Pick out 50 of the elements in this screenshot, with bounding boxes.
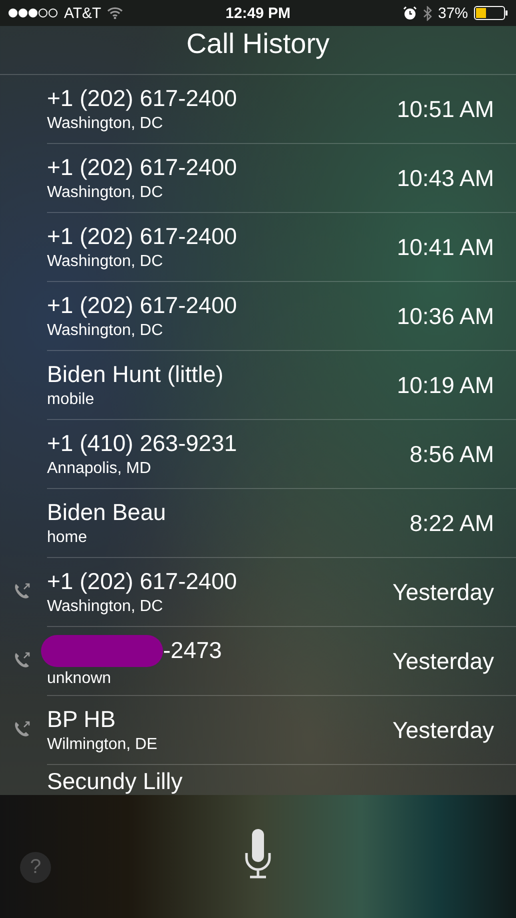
caller-name: +1 (202) 617-2400 [47,292,237,319]
battery-icon [474,6,508,20]
bluetooth-icon [422,6,432,20]
call-time: 10:19 AM [396,372,494,398]
clock-time: 12:49 PM [225,4,291,22]
call-row[interactable]: +1 (202) 617-2400 Washington, DC 10:43 AM [47,144,516,213]
caller-detail: Washington, DC [47,322,164,340]
call-time: Yesterday [392,578,494,606]
caller-name: Biden Beau [47,499,166,526]
caller-detail: Wilmington, DE [47,736,158,754]
call-time: 10:41 AM [396,234,494,260]
caller-detail: Annapolis, MD [47,460,152,478]
call-row[interactable]: Biden Hunt (little) mobile 10:19 AM [47,351,516,420]
battery-percent: 37% [438,4,468,22]
call-time: 10:51 AM [396,96,494,122]
call-row[interactable]: +1 (202) 617-2400 Washington, DC 10:36 AM [47,282,516,351]
call-row[interactable]: +1 (410) 263-9231 Annapolis, MD 8:56 AM [47,420,516,489]
screen-title: Call History [186,28,330,60]
call-time: 8:56 AM [410,440,494,468]
wifi-icon [107,7,124,19]
caller-detail: unknown [47,670,112,688]
call-time: Yesterday [392,716,494,744]
call-time: Yesterday [392,648,494,674]
caller-name: +1 (202) 617-2400 [47,154,237,181]
call-time: 10:36 AM [396,302,494,330]
call-row[interactable]: +1 (202) 617-2400 Washington, DC Yesterday [47,558,516,627]
alarm-icon [402,6,417,20]
signal-icon [8,8,58,18]
call-time: 10:43 AM [396,164,494,192]
caller-detail: Washington, DC [47,598,164,616]
caller-name: +1 (410) 263-9231 [47,430,237,457]
carrier-name: AT&T [64,4,102,22]
caller-name: +1 (202) 617-2400 [47,85,237,112]
caller-name: BP HB [47,706,116,733]
call-time: 8:22 AM [410,510,494,536]
call-row[interactable]: +1 (202) 617-2400 Washington, DC 10:51 AM [47,75,516,144]
caller-name: Secundy Lilly [47,768,183,795]
caller-detail: Washington, DC [47,184,164,202]
caller-detail: home [47,529,88,547]
caller-name: -2473 [163,637,222,664]
caller-name: +1 (202) 617-2400 [47,223,237,250]
call-row[interactable]: BP HB Wilmington, DE Yesterday [47,696,516,765]
call-row[interactable]: Biden Beau home 8:22 AM [47,489,516,558]
caller-detail: Washington, DC [47,115,164,133]
call-row[interactable]: +1 (202) 617-2400 Washington, DC 10:41 AM [47,213,516,282]
caller-name: Biden Hunt (little) [47,361,224,388]
caller-name: +1 (202) 617-2400 [47,568,237,595]
call-row[interactable]: -2473 unknown Yesterday [47,627,516,696]
caller-detail: Washington, DC [47,253,164,271]
caller-detail: mobile [47,391,96,409]
